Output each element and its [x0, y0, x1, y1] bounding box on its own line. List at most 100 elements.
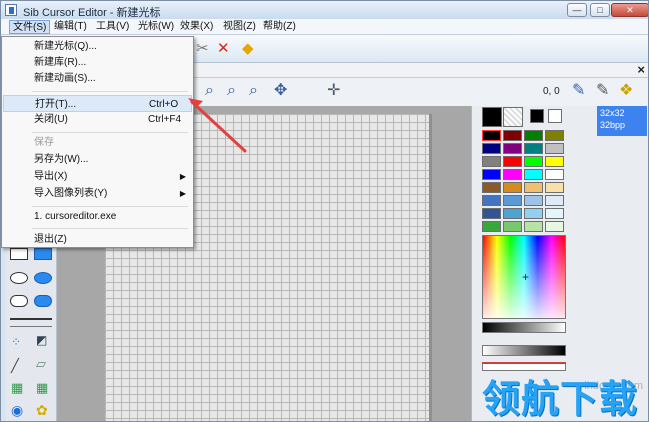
- palette-swatch[interactable]: [545, 195, 564, 206]
- editor-panel-header: ×: [191, 62, 648, 78]
- rounded-rectangle-tool-icon[interactable]: [10, 295, 28, 307]
- globe-icon[interactable]: ◉: [11, 402, 29, 418]
- brightness-slider[interactable]: [482, 322, 566, 333]
- move-arrows-icon[interactable]: ✥: [274, 83, 287, 99]
- menu-save[interactable]: 保存: [3, 134, 192, 151]
- brand-watermark: 领航下载: [481, 379, 638, 421]
- palette-swatch[interactable]: [482, 182, 501, 193]
- menu-import-image-list[interactable]: 导入图像列表(Y) ▶: [3, 185, 192, 202]
- palette-swatch[interactable]: [482, 130, 501, 141]
- palette-swatch[interactable]: [482, 195, 501, 206]
- color-swap-icon[interactable]: [530, 109, 544, 123]
- image-size-list[interactable]: 32x32 32bpp: [597, 106, 647, 136]
- panel-close-icon[interactable]: ×: [637, 62, 645, 77]
- palette-swatch[interactable]: [482, 208, 501, 219]
- palette-swatch[interactable]: [524, 143, 543, 154]
- menu-file[interactable]: 文件(S): [9, 20, 51, 34]
- menu-close[interactable]: 关闭(U) Ctrl+F4: [3, 111, 192, 128]
- title-bar[interactable]: Sib Cursor Editor - 新建光标 — □ ✕: [1, 1, 648, 19]
- gray-slider[interactable]: [482, 345, 566, 356]
- layers-icon[interactable]: ❖: [619, 83, 633, 99]
- palette-swatch[interactable]: [503, 169, 522, 180]
- menu-cursor[interactable]: 光标(W): [135, 20, 177, 34]
- zoom-out-icon[interactable]: ⌕: [227, 83, 236, 99]
- menu-help[interactable]: 帮助(Z): [260, 20, 299, 34]
- palette-swatch[interactable]: [524, 156, 543, 167]
- menu-new-cursor[interactable]: 新建光标(Q)...: [3, 38, 192, 55]
- palette-swatch[interactable]: [545, 130, 564, 141]
- menu-tools[interactable]: 工具(V): [93, 20, 132, 34]
- text-tool-icon[interactable]: ✿: [36, 402, 54, 418]
- rectangle-tool-icon[interactable]: [10, 248, 28, 260]
- color-reset-icon[interactable]: [548, 109, 562, 123]
- palette-swatch[interactable]: [482, 143, 501, 154]
- delete-icon[interactable]: ✕: [217, 41, 230, 57]
- spray-tool-icon[interactable]: ⁘: [11, 335, 29, 349]
- palette-swatch[interactable]: [503, 208, 522, 219]
- palette-swatch[interactable]: [545, 221, 564, 232]
- palette-swatch[interactable]: [503, 156, 522, 167]
- palette-swatch[interactable]: [524, 182, 543, 193]
- palette-swatch[interactable]: [503, 221, 522, 232]
- transparent-color-swatch[interactable]: [503, 107, 523, 127]
- menu-export[interactable]: 导出(X) ▶: [3, 168, 192, 185]
- color-spectrum[interactable]: [482, 235, 566, 319]
- selection-tool-icon[interactable]: ▦: [36, 380, 54, 395]
- palette-swatch[interactable]: [545, 156, 564, 167]
- minimize-button[interactable]: —: [567, 3, 587, 17]
- close-label: 关闭(U): [34, 114, 68, 125]
- palette-swatch[interactable]: [524, 130, 543, 141]
- menu-separator: [32, 91, 188, 92]
- maximize-button[interactable]: □: [590, 3, 610, 17]
- palette-swatch[interactable]: [524, 195, 543, 206]
- filled-rounded-rectangle-tool-icon[interactable]: [34, 295, 52, 307]
- pencil-tool-icon[interactable]: ╱: [11, 358, 29, 373]
- save-label: 保存: [34, 137, 54, 148]
- palette-swatch[interactable]: [545, 208, 564, 219]
- cut-icon[interactable]: ✂: [196, 41, 209, 57]
- menu-save-as[interactable]: 另存为(W)...: [3, 151, 192, 168]
- palette-swatch[interactable]: [545, 169, 564, 180]
- menu-effects[interactable]: 效果(X): [177, 20, 216, 34]
- palette-swatch[interactable]: [524, 221, 543, 232]
- zoom-actual-icon[interactable]: ⌕: [249, 83, 258, 99]
- menu-edit[interactable]: 编辑(T): [51, 20, 90, 34]
- color-panel: 32x32 32bpp: [471, 106, 648, 421]
- coordinates-readout: 0, 0: [543, 86, 560, 97]
- menu-new-library[interactable]: 新建库(R)...: [3, 54, 192, 71]
- palette-swatch[interactable]: [482, 156, 501, 167]
- palette-swatch[interactable]: [482, 221, 501, 232]
- menu-new-animation[interactable]: 新建动画(S)...: [3, 70, 192, 87]
- filled-ellipse-tool-icon[interactable]: [34, 272, 52, 284]
- edit-icon[interactable]: ✎: [596, 83, 609, 99]
- palette-swatch[interactable]: [503, 195, 522, 206]
- menu-recent-file[interactable]: 1. cursoreditor.exe: [3, 208, 192, 225]
- palette-swatch[interactable]: [503, 130, 522, 141]
- menu-exit[interactable]: 退出(Z): [3, 231, 192, 248]
- palette-swatch[interactable]: [545, 182, 564, 193]
- palette-swatch[interactable]: [545, 143, 564, 154]
- fill-tool-icon[interactable]: ◩: [36, 333, 54, 347]
- palette-swatch[interactable]: [503, 143, 522, 154]
- tag-icon[interactable]: ◆: [242, 41, 254, 57]
- zoom-in-icon[interactable]: ⌕: [205, 83, 214, 99]
- eraser-tool-icon[interactable]: ▱: [36, 356, 54, 371]
- canvas-scrollbar[interactable]: [429, 114, 432, 421]
- palette-swatch[interactable]: [524, 208, 543, 219]
- export-label: 导出(X): [34, 171, 68, 182]
- pin-icon[interactable]: ✎: [572, 83, 585, 99]
- menu-view[interactable]: 视图(Z): [220, 20, 259, 34]
- line-width-icon[interactable]: [10, 318, 52, 327]
- replace-color-icon[interactable]: ▦: [11, 380, 29, 395]
- hotspot-icon[interactable]: ✛: [327, 83, 340, 99]
- ellipse-tool-icon[interactable]: [10, 272, 28, 284]
- palette-swatch[interactable]: [524, 169, 543, 180]
- palette-swatch[interactable]: [482, 169, 501, 180]
- menu-open[interactable]: 打开(T)... Ctrl+O: [3, 95, 192, 112]
- alpha-slider[interactable]: [482, 362, 566, 371]
- palette-swatch[interactable]: [503, 182, 522, 193]
- save-as-label: 另存为(W)...: [34, 154, 89, 165]
- close-window-button[interactable]: ✕: [611, 3, 648, 17]
- foreground-color-swatch[interactable]: [482, 107, 502, 127]
- filled-rectangle-tool-icon[interactable]: [34, 248, 52, 260]
